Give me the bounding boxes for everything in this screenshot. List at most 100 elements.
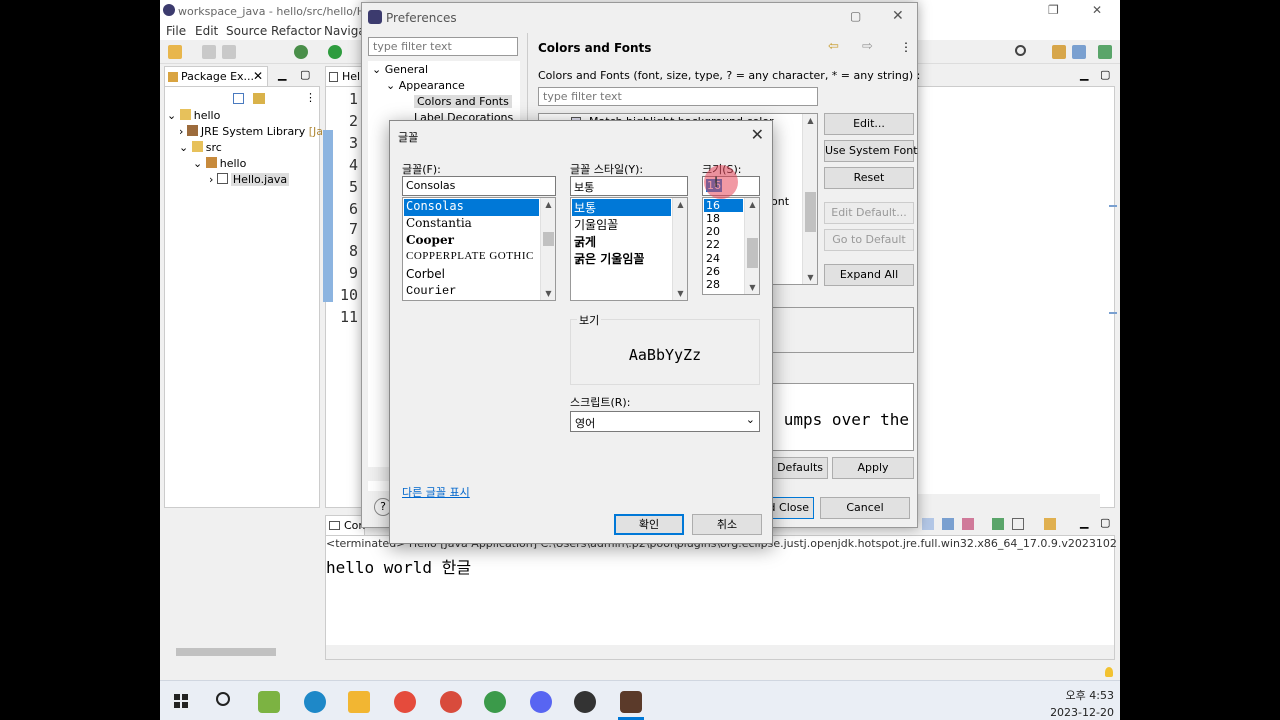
run-icon[interactable] — [328, 45, 342, 59]
size-option[interactable]: 28 — [704, 278, 743, 291]
chevron-down-icon[interactable]: ▼ — [745, 283, 759, 292]
font-list-scrollbar[interactable]: ▲ ▼ — [540, 198, 555, 300]
tree-item-general[interactable]: ⌄ General — [372, 63, 428, 76]
tree-item-font-partial[interactable]: ont — [771, 195, 789, 208]
link-editor-icon[interactable] — [253, 93, 265, 104]
maximize-console-icon[interactable]: ▢ — [1100, 516, 1110, 529]
console-tab[interactable]: Con — [325, 515, 365, 535]
colors-filter-input[interactable]: type filter text — [538, 87, 818, 106]
ok-button[interactable]: 확인 — [614, 514, 684, 535]
maximize-dialog-icon[interactable]: ▢ — [850, 9, 861, 23]
tree-file-hello-java[interactable]: › Hello.java — [209, 173, 290, 186]
open-console-icon[interactable] — [1044, 518, 1056, 530]
font-option-cooper[interactable]: Cooper — [404, 233, 539, 250]
size-option[interactable]: 18 — [704, 212, 743, 225]
collapse-all-icon[interactable] — [233, 93, 244, 104]
cancel-font-button[interactable]: 취소 — [692, 514, 762, 535]
minimize-console-icon[interactable]: ▁ — [1080, 516, 1088, 529]
show-more-fonts-link[interactable]: 다른 글꼴 표시 — [402, 484, 470, 500]
font-size-list[interactable]: 16 18 20 22 24 26 28 ▲ ▼ — [702, 197, 760, 295]
tree-package-hello[interactable]: ⌄ hello — [193, 157, 246, 170]
maximize-view-icon[interactable]: ▢ — [300, 68, 310, 81]
minimize-view-icon[interactable]: ▁ — [278, 68, 286, 81]
font-option-corbel[interactable]: Corbel — [404, 267, 539, 284]
java-perspective-icon[interactable] — [1072, 45, 1086, 59]
style-list-scrollbar[interactable]: ▲ ▼ — [672, 198, 687, 300]
console-toolbar-icon[interactable] — [962, 518, 974, 530]
discord-icon[interactable] — [530, 691, 552, 713]
font-name-input[interactable]: Consolas — [402, 176, 556, 196]
explorer-horizontal-scrollbar[interactable] — [164, 645, 316, 659]
chevron-up-icon[interactable]: ▲ — [541, 200, 555, 209]
app-icon[interactable] — [574, 691, 596, 713]
perspective-icon[interactable] — [1052, 45, 1066, 59]
new-icon[interactable] — [168, 45, 182, 59]
close-dialog-icon[interactable]: ✕ — [892, 8, 904, 24]
edge-browser-icon[interactable] — [304, 691, 326, 713]
style-option-italic[interactable]: 기울임꼴 — [572, 216, 671, 233]
forward-icon[interactable]: ⇨ — [862, 39, 873, 54]
file-explorer-icon[interactable] — [348, 691, 370, 713]
menu-refactor[interactable]: Refactor — [271, 24, 321, 38]
toolbar-button-icon[interactable] — [1098, 45, 1112, 59]
menu-edit[interactable]: Edit — [195, 24, 218, 38]
save-icon[interactable] — [202, 45, 216, 59]
chrome-icon[interactable] — [394, 691, 416, 713]
search-icon[interactable] — [1015, 45, 1026, 56]
tree-item-colors-and-fonts[interactable]: Colors and Fonts — [414, 95, 512, 108]
debug-icon[interactable] — [294, 45, 308, 59]
use-system-font-button[interactable]: Use System Font — [824, 140, 918, 162]
scroll-thumb[interactable] — [805, 192, 816, 232]
restore-window-icon[interactable]: ❐ — [1048, 3, 1059, 17]
size-option[interactable]: 16 — [704, 199, 743, 212]
tree-src-folder[interactable]: ⌄ src — [179, 141, 222, 154]
view-menu-icon[interactable]: ⋮ — [305, 91, 316, 104]
chevron-down-icon[interactable]: ▼ — [541, 289, 555, 298]
minimize-editor-icon[interactable]: ▁ — [1080, 68, 1088, 81]
font-option-consolas[interactable]: Consolas — [404, 199, 539, 216]
font-option-courier[interactable]: Courier — [404, 284, 539, 300]
chrome-profile-icon[interactable] — [484, 691, 506, 713]
console-horizontal-scrollbar[interactable] — [326, 645, 1114, 659]
package-explorer-tab[interactable]: Package Ex... ✕ — [164, 66, 268, 86]
close-tab-icon[interactable]: ✕ — [253, 69, 263, 83]
chrome-profile-icon[interactable] — [440, 691, 462, 713]
search-icon[interactable] — [216, 692, 230, 706]
editor-tab-hello-java[interactable]: Hel — [325, 66, 365, 86]
edit-button[interactable]: Edit... — [824, 113, 914, 135]
menu-icon[interactable]: ⋮ — [900, 40, 912, 54]
size-option[interactable]: 24 — [704, 252, 743, 265]
back-icon[interactable]: ⇦ — [828, 39, 839, 54]
tree-project-hello[interactable]: ⌄ hello — [167, 109, 220, 122]
size-option[interactable]: 26 — [704, 265, 743, 278]
chevron-up-icon[interactable]: ▲ — [745, 200, 759, 209]
chevron-down-icon[interactable]: ▼ — [673, 289, 687, 298]
chevron-up-icon[interactable]: ▲ — [673, 200, 687, 209]
edit-default-button[interactable]: Edit Default... — [824, 202, 914, 224]
colors-tree-scrollbar[interactable]: ▲ ▼ — [802, 114, 817, 284]
chevron-down-icon[interactable]: ▼ — [803, 273, 818, 282]
maximize-editor-icon[interactable]: ▢ — [1100, 68, 1110, 81]
scroll-thumb[interactable] — [176, 648, 276, 656]
font-option-constantia[interactable]: Constantia — [404, 216, 539, 233]
style-option-regular[interactable]: 보통 — [572, 199, 671, 216]
display-console-icon[interactable] — [1012, 518, 1024, 530]
console-toolbar-icon[interactable] — [922, 518, 934, 530]
cancel-button[interactable]: Cancel — [820, 497, 910, 519]
app-icon[interactable] — [258, 691, 280, 713]
scroll-thumb[interactable] — [747, 238, 758, 268]
console-toolbar-icon[interactable] — [942, 518, 954, 530]
tree-item-appearance[interactable]: ⌄ Appearance — [386, 79, 465, 92]
preferences-filter-input[interactable]: type filter text — [368, 37, 518, 56]
close-window-icon[interactable]: ✕ — [1092, 3, 1102, 17]
menu-file[interactable]: File — [166, 24, 186, 38]
size-option[interactable]: 20 — [704, 225, 743, 238]
menu-source[interactable]: Source — [226, 24, 267, 38]
reset-button[interactable]: Reset — [824, 167, 914, 189]
font-name-list[interactable]: Consolas Constantia Cooper COPPERPLATE G… — [402, 197, 556, 301]
font-option-copperplate[interactable]: COPPERPLATE GOTHIC — [404, 250, 539, 267]
expand-all-button[interactable]: Expand All — [824, 264, 914, 286]
system-clock[interactable]: 오후 4:53 2023-12-20 — [1050, 687, 1114, 720]
style-option-bold-italic[interactable]: 굵은 기울임꼴 — [572, 250, 671, 267]
save-all-icon[interactable] — [222, 45, 236, 59]
